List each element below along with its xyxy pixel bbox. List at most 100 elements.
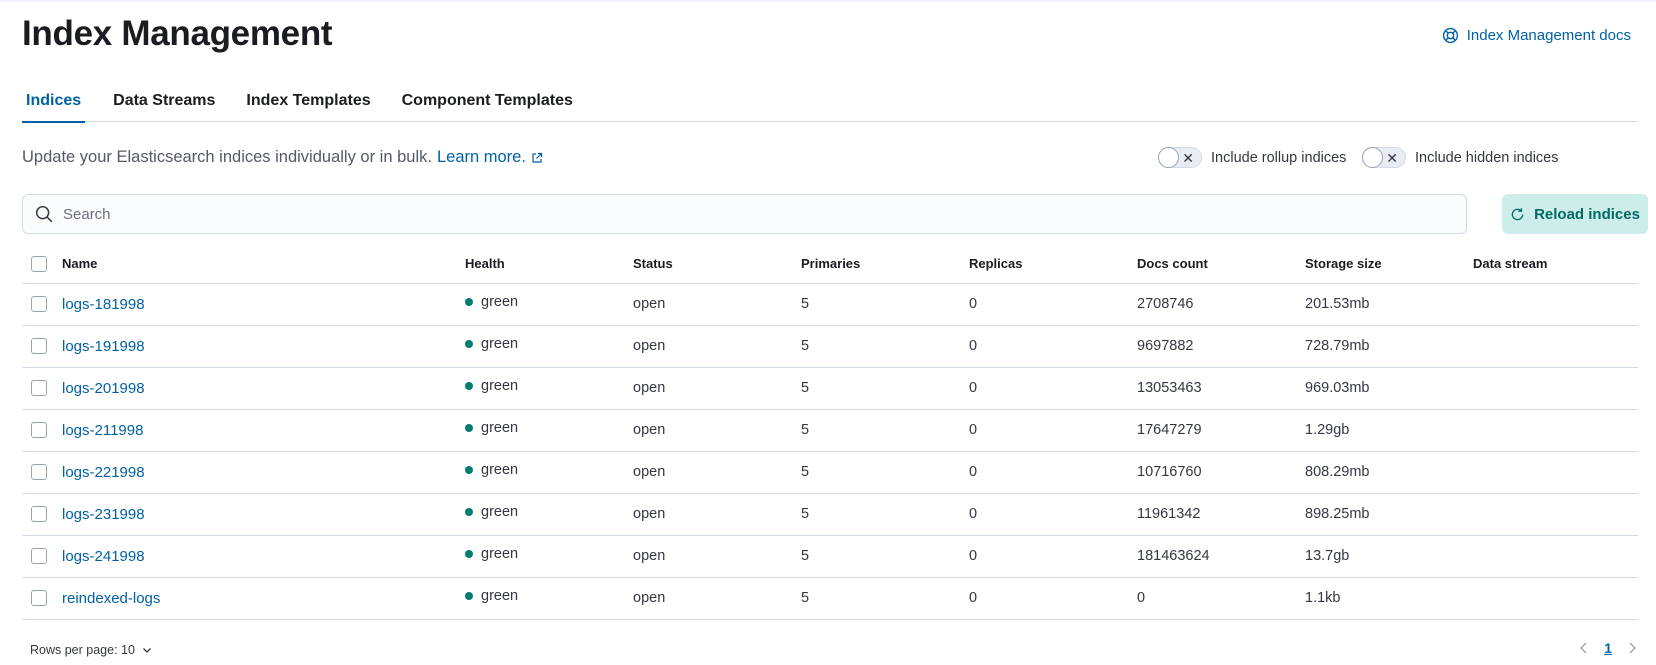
- index-name-cell: logs-221998: [62, 451, 465, 494]
- index-name-link[interactable]: reindexed-logs: [62, 590, 160, 607]
- rows-per-page-label: Rows per page: 10: [30, 643, 135, 657]
- column-header-primaries[interactable]: Primaries: [801, 245, 969, 284]
- health-dot-icon: [465, 466, 473, 474]
- health-indicator: green: [465, 336, 518, 352]
- table-row: logs-211998 green open 5 0 17647279 1.29…: [22, 409, 1638, 452]
- row-select-cell: [22, 409, 62, 452]
- docs-count-cell: 2708746: [1137, 283, 1305, 326]
- data-stream-cell: [1473, 535, 1638, 578]
- replicas-cell: 0: [969, 577, 1137, 620]
- index-name-cell: reindexed-logs: [62, 577, 465, 620]
- primaries-cell: 5: [801, 535, 969, 578]
- rollup-toggle-group: ✕ Include rollup indices: [1158, 147, 1346, 168]
- row-checkbox[interactable]: [31, 422, 47, 439]
- docs-link[interactable]: Index Management docs: [1442, 27, 1631, 44]
- row-checkbox[interactable]: [31, 590, 47, 607]
- row-checkbox[interactable]: [31, 338, 47, 355]
- health-cell: green: [465, 283, 633, 326]
- table-row: logs-231998 green open 5 0 11961342 898.…: [22, 493, 1638, 536]
- learn-more-label: Learn more.: [436, 148, 526, 166]
- table-header-row: Name Health Status Primaries Replicas Do…: [22, 245, 1638, 284]
- learn-more-link[interactable]: Learn more.: [437, 148, 543, 167]
- row-checkbox[interactable]: [31, 548, 47, 565]
- health-cell: green: [465, 451, 633, 494]
- chevron-right-icon[interactable]: [1626, 641, 1638, 655]
- toggle-off-icon: ✕: [1182, 150, 1194, 166]
- health-indicator: green: [465, 504, 518, 520]
- health-dot-icon: [465, 298, 473, 306]
- column-header-health[interactable]: Health: [465, 245, 633, 284]
- health-dot-icon: [465, 592, 473, 600]
- health-dot-icon: [465, 508, 473, 516]
- help-lifebuoy-icon: [1442, 27, 1458, 44]
- row-checkbox[interactable]: [31, 506, 47, 523]
- docs-link-label: Index Management docs: [1466, 27, 1631, 44]
- search-box: [22, 194, 1467, 234]
- replicas-cell: 0: [969, 367, 1137, 410]
- chevron-left-icon[interactable]: [1578, 641, 1590, 655]
- data-stream-cell: [1473, 493, 1638, 536]
- storage-size-cell: 201.53mb: [1305, 283, 1473, 326]
- index-name-link[interactable]: logs-221998: [62, 464, 145, 481]
- tab-indices[interactable]: Indices: [22, 82, 86, 123]
- column-header-storage-size[interactable]: Storage size: [1305, 245, 1473, 284]
- index-name-link[interactable]: logs-201998: [62, 380, 145, 397]
- table-row: logs-221998 green open 5 0 10716760 808.…: [22, 451, 1638, 494]
- index-name-link[interactable]: logs-211998: [62, 422, 143, 439]
- top-border: [0, 0, 1656, 2]
- row-checkbox[interactable]: [31, 380, 47, 397]
- page-number-button[interactable]: 1: [1604, 640, 1612, 656]
- tab-component-templates[interactable]: Component Templates: [402, 82, 573, 122]
- toggle-off-icon: ✕: [1386, 150, 1398, 166]
- row-select-cell: [22, 283, 62, 326]
- health-cell: green: [465, 493, 633, 536]
- column-header-name[interactable]: Name: [62, 245, 465, 284]
- index-name-link[interactable]: logs-241998: [62, 548, 145, 565]
- index-name-link[interactable]: logs-231998: [62, 506, 145, 523]
- storage-size-cell: 728.79mb: [1305, 325, 1473, 368]
- status-cell: open: [633, 325, 801, 368]
- health-indicator: green: [465, 588, 518, 604]
- column-header-docs-count[interactable]: Docs count: [1137, 245, 1305, 284]
- rows-per-page-selector[interactable]: Rows per page: 10: [30, 643, 153, 657]
- column-header-data-stream[interactable]: Data stream: [1473, 245, 1638, 284]
- status-cell: open: [633, 367, 801, 410]
- health-cell: green: [465, 577, 633, 620]
- health-cell: green: [465, 535, 633, 578]
- index-name-link[interactable]: logs-191998: [62, 338, 145, 355]
- toggle-knob: [1158, 147, 1179, 168]
- page-description: Update your Elasticsearch indices indivi…: [22, 148, 543, 167]
- health-cell: green: [465, 409, 633, 452]
- health-indicator: green: [465, 378, 518, 394]
- row-select-cell: [22, 367, 62, 410]
- index-name-cell: logs-241998: [62, 535, 465, 578]
- tab-index-templates[interactable]: Index Templates: [246, 82, 370, 122]
- status-cell: open: [633, 409, 801, 452]
- reload-indices-button[interactable]: Reload indices: [1502, 194, 1648, 234]
- row-checkbox[interactable]: [31, 464, 47, 481]
- index-name-cell: logs-201998: [62, 367, 465, 410]
- column-header-status[interactable]: Status: [633, 245, 801, 284]
- data-stream-cell: [1473, 325, 1638, 368]
- pagination: 1: [1578, 640, 1638, 656]
- rollup-toggle-label: Include rollup indices: [1211, 149, 1347, 166]
- index-name-cell: logs-181998: [62, 283, 465, 326]
- row-checkbox[interactable]: [31, 296, 47, 313]
- rollup-toggle[interactable]: ✕: [1158, 147, 1202, 168]
- hidden-toggle-group: ✕ Include hidden indices: [1362, 147, 1559, 168]
- health-indicator: green: [465, 294, 518, 310]
- hidden-toggle[interactable]: ✕: [1362, 147, 1406, 168]
- status-cell: open: [633, 493, 801, 536]
- row-select-cell: [22, 493, 62, 536]
- status-cell: open: [633, 577, 801, 620]
- primaries-cell: 5: [801, 325, 969, 368]
- replicas-cell: 0: [969, 451, 1137, 494]
- select-all-checkbox[interactable]: [31, 256, 47, 273]
- index-name-link[interactable]: logs-181998: [62, 296, 145, 313]
- column-header-replicas[interactable]: Replicas: [969, 245, 1137, 284]
- row-select-cell: [22, 577, 62, 620]
- health-label: green: [481, 588, 519, 604]
- indices-table: Name Health Status Primaries Replicas Do…: [22, 245, 1638, 620]
- tab-data-streams[interactable]: Data Streams: [113, 82, 215, 122]
- search-input[interactable]: [63, 205, 1443, 223]
